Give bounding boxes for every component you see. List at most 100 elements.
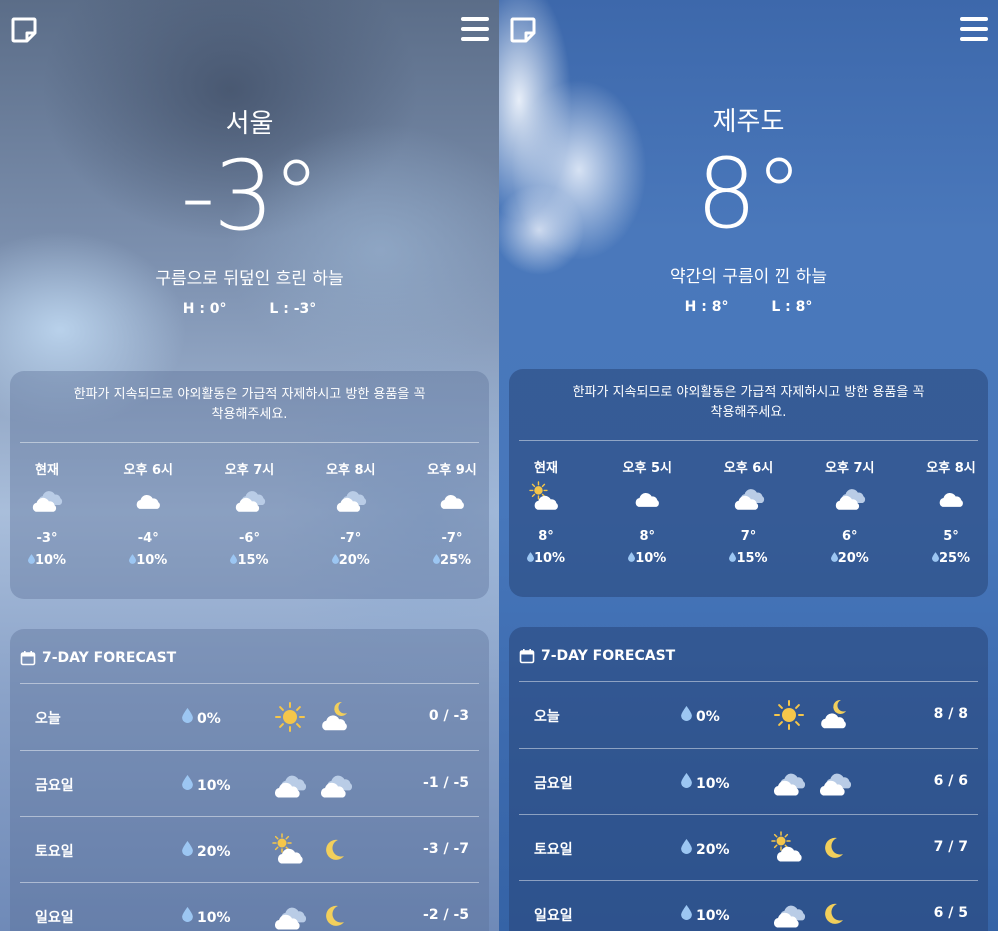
cloudy-icon [835, 489, 865, 510]
hour-icon [521, 481, 571, 529]
forecast-day: 오늘 [534, 709, 560, 725]
cloudy-icon [320, 775, 353, 798]
forecast-precip-value: 10% [197, 910, 231, 926]
cloudy-icon [336, 491, 366, 512]
forecast-precip-value: 20% [696, 842, 730, 858]
weather-panel-jeju: 제주도 8° 약간의 구름이 낀 하늘 H : 8° L : 8° 한파가 지속… [499, 0, 998, 931]
forecast-precip: 10% [681, 905, 730, 924]
night-icon [318, 833, 354, 867]
hour-item: 오후 6시 -4° 10% [123, 459, 173, 573]
top-bar [499, 14, 998, 46]
forecast-header: 7-DAY FORECAST [10, 629, 489, 683]
cloudy-icon [773, 773, 806, 796]
hour-precip-value: 15% [237, 553, 269, 568]
sun-icon [275, 702, 305, 732]
raindrop-icon [432, 554, 440, 567]
hour-precip: 10% [521, 551, 571, 571]
hour-icon [926, 481, 976, 529]
forecast-precip: 10% [182, 907, 231, 926]
hour-item: 오후 9시 -7° 25% [427, 459, 477, 573]
raindrop-icon [182, 775, 193, 794]
forecast-title: 7-DAY FORECAST [42, 650, 177, 666]
forecast-temp-range: -2 / -5 [423, 907, 469, 923]
hour-icon [22, 483, 72, 531]
forecast-precip-value: 20% [197, 844, 231, 860]
forecast-temp-range: 0 / -3 [428, 708, 469, 724]
day-icon [272, 700, 308, 734]
hour-temp: 8° [538, 529, 554, 544]
hour-precip: 15% [225, 553, 275, 573]
memo-icon[interactable] [10, 16, 38, 44]
current-temperature: 8° [695, 138, 803, 250]
forecast-row: 일요일 10% -2 / -5 [20, 882, 479, 931]
sun-icon [774, 700, 804, 730]
city-name: 서울 [225, 109, 274, 139]
high-temp: H : 8° [684, 299, 729, 315]
forecast-precip-value: 10% [696, 908, 730, 924]
hour-precip: 20% [825, 551, 875, 571]
forecast-day: 토요일 [534, 842, 573, 858]
hour-temp: -6° [239, 531, 260, 546]
moon-icon [825, 903, 843, 924]
forecast-precip-value: 10% [197, 778, 231, 794]
raindrop-icon [331, 554, 339, 567]
hour-label: 현재 [35, 463, 59, 478]
raindrop-icon [681, 773, 692, 792]
seven-day-forecast-card: 7-DAY FORECAST 오늘 0% 8 / 8 금요일 10% 6 / 6 토요일… [509, 627, 988, 931]
cloud-icon [635, 492, 660, 507]
calendar-icon [20, 651, 36, 666]
menu-icon[interactable] [461, 17, 489, 41]
hour-icon [622, 481, 672, 529]
raindrop-icon [182, 907, 193, 926]
menu-icon[interactable] [960, 17, 988, 41]
hour-label: 오후 9시 [427, 463, 477, 478]
sun-cloud-icon [771, 831, 802, 862]
day-icon [272, 899, 308, 931]
forecast-temp-range: 8 / 8 [933, 706, 968, 722]
hour-precip: 10% [22, 553, 72, 573]
forecast-temp-range: -1 / -5 [423, 775, 469, 791]
hour-item: 오후 8시 5° 25% [926, 457, 976, 571]
raindrop-icon [27, 554, 35, 567]
moon-icon [326, 905, 344, 926]
forecast-title: 7-DAY FORECAST [541, 648, 676, 664]
hour-precip-value: 10% [136, 553, 168, 568]
high-low: H : 0° L : -3° [0, 301, 499, 317]
sun-cloud-icon [529, 481, 558, 510]
moon-icon [326, 839, 344, 860]
forecast-row: 금요일 10% 6 / 6 [519, 748, 978, 814]
hour-precip-value: 25% [938, 551, 971, 566]
night-icon [817, 698, 853, 732]
hour-precip: 10% [622, 551, 672, 571]
hour-label: 현재 [534, 461, 558, 476]
forecast-row: 오늘 0% 8 / 8 [519, 682, 978, 748]
forecast-day: 일요일 [35, 910, 74, 926]
raindrop-icon [681, 706, 692, 725]
cloud-icon [136, 494, 161, 509]
raindrop-icon [931, 552, 939, 565]
night-icon [817, 831, 853, 865]
hour-precip-value: 10% [533, 551, 566, 566]
forecast-day: 금요일 [35, 778, 74, 794]
forecast-list: 오늘 0% 8 / 8 금요일 10% 6 / 6 토요일 20% 7 / 7 일요일 10%… [519, 682, 978, 931]
high-temp: H : 0° [182, 301, 227, 317]
forecast-precip-value: 0% [696, 709, 720, 725]
forecast-day: 오늘 [35, 711, 61, 727]
cloudy-icon [773, 905, 806, 928]
hourly-list: 현재 -3° 10% 오후 6시 -4° 10% 오후 7시 -6° 15% 오후 8시 -7… [10, 443, 489, 573]
weather-condition: 약간의 구름이 낀 하늘 [670, 267, 827, 287]
day-icon [272, 833, 308, 867]
hour-item: 오후 7시 6° 20% [825, 457, 875, 571]
cloudy-icon [819, 773, 852, 796]
hour-item: 오후 7시 -6° 15% [225, 459, 275, 573]
low-temp: L : 8° [771, 299, 813, 315]
cloudy-icon [274, 775, 307, 798]
forecast-day: 금요일 [534, 776, 573, 792]
memo-icon[interactable] [509, 16, 537, 44]
hour-precip: 15% [724, 551, 774, 571]
night-icon [318, 899, 354, 931]
forecast-temp-range: 6 / 6 [933, 773, 968, 789]
forecast-precip: 0% [182, 708, 221, 727]
forecast-precip: 10% [182, 775, 231, 794]
city-name: 제주도 [712, 107, 785, 137]
